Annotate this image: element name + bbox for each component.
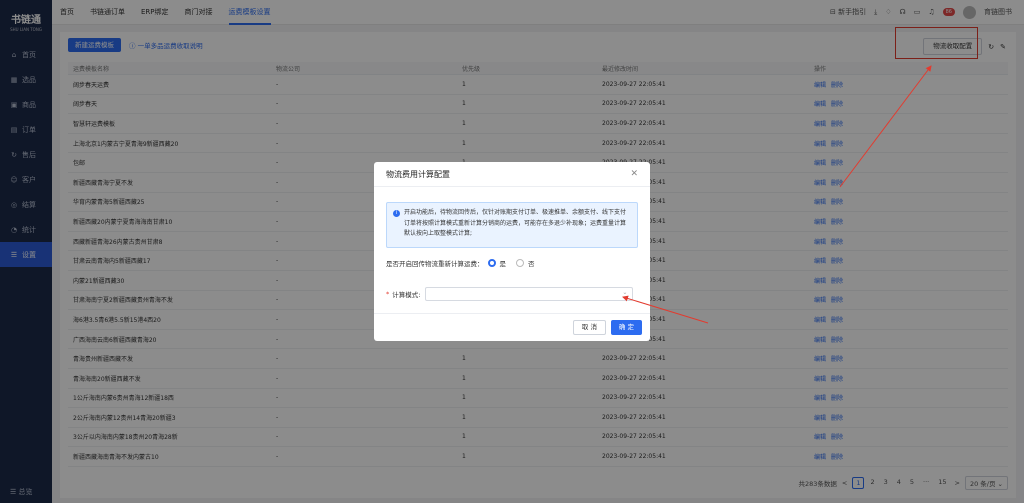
annotation-arrows <box>622 65 932 324</box>
arrow-to-calc-mode <box>622 295 709 324</box>
arrow-to-config-button <box>839 65 932 188</box>
app-window: 书链通 SHU LIAN TONG ⌂ 首页 ▦ 选品 ▣ 商品 ▤ 订单 ↻ 售后 ☺ 客户 ◎ 结算 ◔… <box>0 0 1024 503</box>
